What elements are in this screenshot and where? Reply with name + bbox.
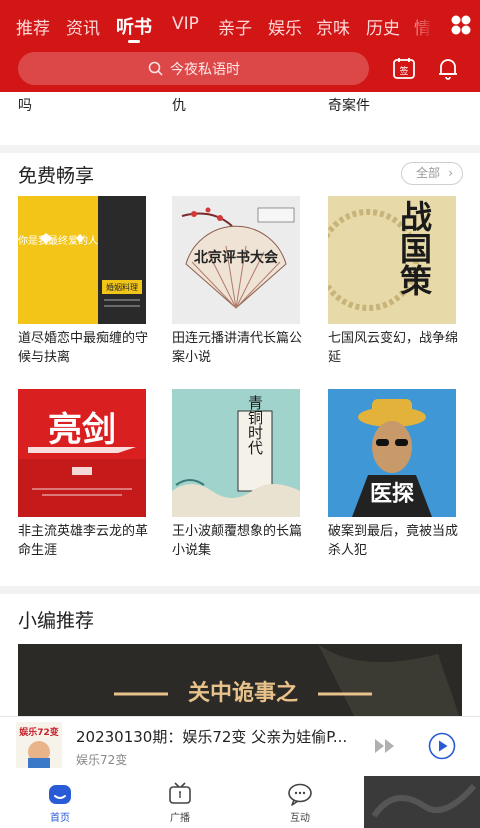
- tab-vip[interactable]: VIP: [172, 14, 199, 34]
- cover-title-text: 亮剑: [48, 410, 116, 450]
- player-album-name: 娱乐72变: [76, 753, 128, 767]
- previous-section-tail: 吗 仇 奇案件: [0, 92, 480, 145]
- recommend-banner[interactable]: 关中诡事之: [18, 644, 462, 724]
- book-desc-liangjian[interactable]: 非主流英雄李云龙的革 命生涯: [18, 522, 150, 560]
- book-cover-marriage[interactable]: 你是我最终爱的人 婚姻料理: [18, 196, 146, 324]
- fast-forward-icon[interactable]: [374, 737, 396, 755]
- free-section: 免费畅享 全部 › 你是我最终爱的人 婚姻料理 道尽婚恋中最痴缠的守 候与扶离: [0, 153, 480, 586]
- nav-home[interactable]: 首页: [30, 782, 90, 824]
- channel-tabs: 推荐 资讯 听书 VIP 亲子 娱乐 京味 历史 情: [0, 0, 480, 52]
- search-icon: [148, 61, 163, 76]
- player-cover-text: 娱乐72变: [19, 726, 59, 738]
- book-cover-pingshu[interactable]: 北京评书大会: [172, 196, 300, 324]
- banner-title-text: 关中诡事之: [188, 680, 298, 706]
- player-cover[interactable]: 娱乐72变: [16, 722, 62, 768]
- editor-recommend-section: 小编推荐 关中诡事之: [0, 594, 480, 724]
- nav-home-label: 首页: [50, 813, 70, 824]
- book-cover-yitan[interactable]: 医探: [328, 389, 456, 517]
- active-tab-indicator: [128, 40, 140, 43]
- book-desc-pingshu[interactable]: 田连元播讲清代长篇公 案小说: [172, 329, 304, 367]
- tab-audiobook[interactable]: 听书: [116, 13, 152, 39]
- view-all-label: 全部: [416, 166, 441, 180]
- radio-tv-icon: [169, 782, 191, 804]
- tab-beijing[interactable]: 京味: [316, 14, 350, 39]
- corner-overlay-image: [364, 776, 480, 828]
- nav-interaction[interactable]: 互动: [270, 782, 330, 824]
- sign-in-calendar-icon[interactable]: 签: [392, 56, 416, 80]
- book-cover-liangjian[interactable]: 亮剑: [18, 389, 146, 517]
- sign-icon-text: 签: [399, 65, 408, 77]
- book-desc-zhanguoce[interactable]: 七国风云变幻，战争绵 延: [328, 329, 460, 367]
- book-title-partial[interactable]: 奇案件: [328, 95, 370, 115]
- chat-bubble-icon: [288, 783, 312, 806]
- cover-title-text: 青铜时代: [246, 395, 264, 456]
- book-desc-marriage[interactable]: 道尽婚恋中最痴缠的守 候与扶离: [18, 329, 150, 367]
- channel-grid-icon[interactable]: [450, 14, 472, 36]
- book-desc-bronze-age[interactable]: 王小波颠覆想象的长篇 小说集: [172, 522, 304, 560]
- play-icon[interactable]: [428, 732, 456, 760]
- section-title-free: 免费畅享: [18, 165, 95, 187]
- view-all-button[interactable]: 全部 ›: [401, 162, 463, 185]
- section-title-recommend: 小编推荐: [18, 610, 95, 632]
- player-episode-title: 20230130期：娱乐72变 父亲为娃偷P...: [76, 728, 348, 746]
- cover-title-text: 医探: [370, 481, 414, 507]
- book-title-partial[interactable]: 仇: [172, 95, 186, 115]
- nav-radio-label: 广播: [170, 813, 190, 824]
- cover-sub-text: 婚姻料理: [106, 282, 138, 292]
- top-header: 推荐 资讯 听书 VIP 亲子 娱乐 京味 历史 情 今夜私语时 签: [0, 0, 480, 92]
- chevron-right-icon: ›: [448, 166, 453, 180]
- tab-parenting[interactable]: 亲子: [218, 14, 252, 39]
- tab-entertainment[interactable]: 娱乐: [268, 14, 302, 39]
- nav-radio[interactable]: 广播: [150, 782, 210, 824]
- search-bar[interactable]: 今夜私语时: [18, 52, 369, 85]
- book-cover-zhanguoce[interactable]: 战国策: [328, 196, 456, 324]
- mini-player[interactable]: 娱乐72变 20230130期：娱乐72变 父亲为娃偷P... 娱乐72变: [0, 716, 480, 776]
- tab-news[interactable]: 资讯: [66, 14, 100, 39]
- book-desc-yitan[interactable]: 破案到最后，竟被当成 杀人犯: [328, 522, 460, 560]
- tab-history[interactable]: 历史: [366, 14, 400, 39]
- cover-title-text: 北京评书大会: [194, 249, 279, 266]
- notification-bell-icon[interactable]: [436, 56, 460, 80]
- home-icon: [49, 785, 71, 804]
- book-cover-bronze-age[interactable]: 青铜时代: [172, 389, 300, 517]
- nav-interaction-label: 互动: [290, 813, 310, 824]
- book-title-partial[interactable]: 吗: [18, 95, 32, 115]
- tabs-fade: [404, 0, 434, 52]
- cover-title-text: 你是我最终爱的人: [18, 234, 98, 247]
- tab-recommend[interactable]: 推荐: [16, 14, 50, 39]
- cover-title-text: 战国策: [395, 200, 433, 296]
- search-placeholder: 今夜私语时: [170, 62, 240, 78]
